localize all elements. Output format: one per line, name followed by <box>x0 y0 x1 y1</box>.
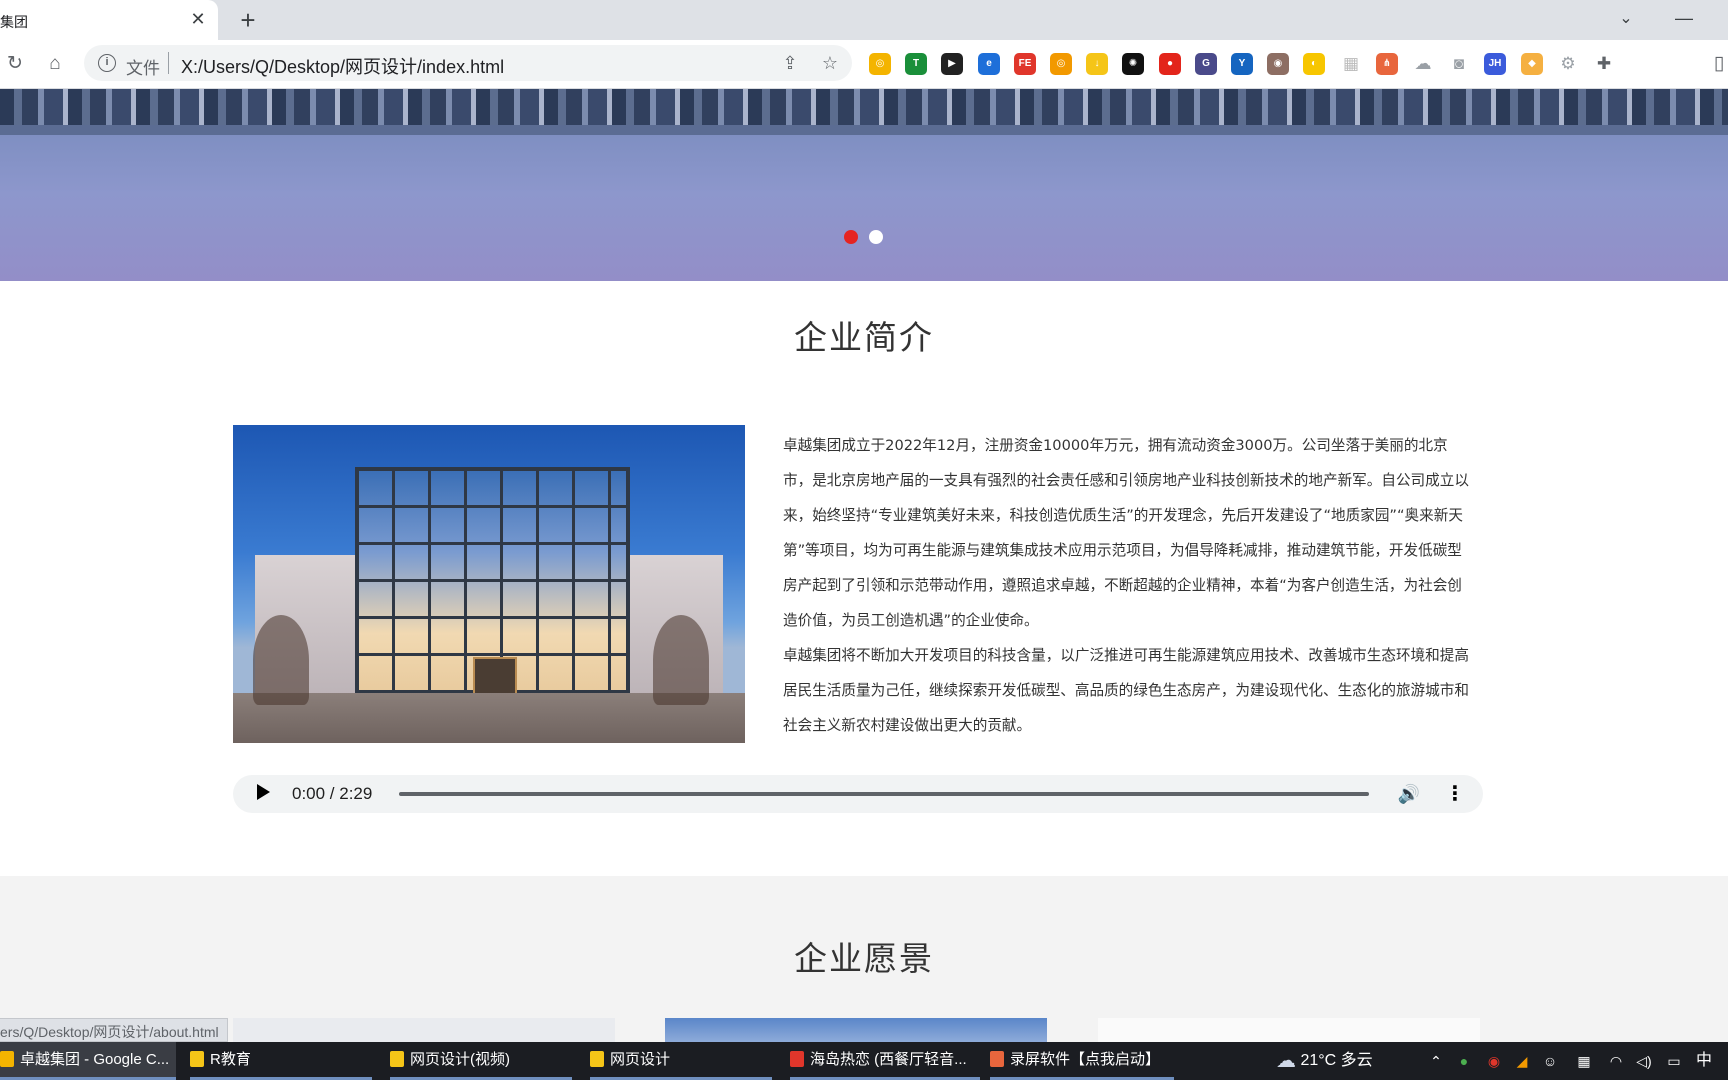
chevron-down-icon[interactable]: ⌄ <box>1614 8 1638 32</box>
windows-taskbar: 卓越集团 - Google C... R教育 网页设计(视频) 网页设计 海岛热恋 (西… <box>0 1042 1728 1080</box>
app-icon <box>390 1051 404 1067</box>
taskbar-item[interactable]: 卓越集团 - Google C... <box>0 1042 176 1080</box>
intro-paragraph-2: 卓越集团将不断加大开发项目的科技含量，以广泛推进可再生能源建筑应用技术、改善城市… <box>783 647 1469 734</box>
company-intro-text: 卓越集团成立于2022年12月，注册资金10000年万元，拥有流动资金3000万… <box>783 428 1473 743</box>
tree-left <box>253 615 309 705</box>
taskbar-item-label: 录屏软件【点我启动】 <box>1010 1051 1161 1068</box>
tab-strip: 卓越集团 ✕ + ⌄ — <box>0 0 1728 40</box>
taskbar-item[interactable]: 网页设计 <box>590 1042 772 1080</box>
vision-image-3 <box>1098 1018 1480 1042</box>
ime-indicator[interactable]: 中 <box>1696 1042 1712 1080</box>
taskbar-item[interactable]: 录屏软件【点我启动】 <box>990 1042 1174 1080</box>
app-icon <box>590 1051 604 1067</box>
camera-ext-icon[interactable]: ◙ <box>1448 53 1470 75</box>
vision-image-2 <box>665 1018 1047 1042</box>
record-icon[interactable]: ◉ <box>1484 1051 1504 1071</box>
carousel-dot-1[interactable] <box>844 230 858 244</box>
taskbar-item[interactable]: 海岛热恋 (西餐厅轻音... <box>790 1042 980 1080</box>
taskbar-item[interactable]: 网页设计(视频) <box>390 1042 572 1080</box>
company-building-image <box>233 425 745 743</box>
carousel-dot-2[interactable] <box>869 230 883 244</box>
taskbar-item-label: 网页设计 <box>610 1051 671 1068</box>
omnibox-scheme-label: 文件 <box>126 59 160 78</box>
hero-carousel <box>0 89 1728 281</box>
chrome-ext-icon[interactable]: ◎ <box>869 53 891 75</box>
link-status-bubble: ers/Q/Desktop/网页设计/about.html <box>0 1018 228 1042</box>
app-icon <box>990 1051 1004 1067</box>
reload-icon[interactable]: ↻ <box>2 51 28 77</box>
audio-time: 0:00 / 2:29 <box>292 784 373 803</box>
speaker-app-icon[interactable]: ◢ <box>1512 1051 1532 1071</box>
fe-ext-icon[interactable]: FE <box>1014 53 1036 75</box>
audio-player[interactable]: 0:00 / 2:29 🔊 ⋮ <box>233 775 1483 813</box>
browser-toolbar: ↻ ⌂ i 文件 X:/Users/Q/Desktop/网页设计/index.h… <box>0 40 1728 89</box>
app-icon <box>0 1051 14 1067</box>
tab-title: 卓越集团 <box>0 14 28 30</box>
app-icon <box>790 1051 804 1067</box>
audio-progress-track[interactable] <box>399 792 1369 796</box>
minimize-button[interactable]: — <box>1672 8 1696 32</box>
tree-right <box>653 615 709 705</box>
grid-icon[interactable]: ▦ <box>1574 1051 1594 1071</box>
cloud-ext-icon[interactable]: ☁ <box>1412 53 1434 75</box>
about-section: 企业简介 卓越集团成立于2022年12月，注册资金10000年万元，拥有流动资金… <box>0 281 1728 876</box>
side-panel-icon[interactable]: ▯ <box>1706 51 1728 77</box>
play-icon[interactable] <box>257 784 270 800</box>
volume-icon[interactable]: 🔊 <box>1397 782 1421 806</box>
bookmark-ext-icon[interactable]: ▶ <box>941 53 963 75</box>
info-icon[interactable]: i <box>98 54 116 72</box>
intro-paragraph-1: 卓越集团成立于2022年12月，注册资金10000年万元，拥有流动资金3000万… <box>783 437 1469 629</box>
search-ext-icon[interactable]: e <box>978 53 1000 75</box>
lake-image <box>0 135 1728 281</box>
owl-ext-icon[interactable]: ◉ <box>1267 53 1289 75</box>
network-ext-icon[interactable]: ⋔ <box>1376 53 1398 75</box>
home-icon[interactable]: ⌂ <box>42 51 68 77</box>
download-ext-icon[interactable]: ↓ <box>1086 53 1108 75</box>
color-ext-icon[interactable]: ◎ <box>1050 53 1072 75</box>
adblock-ext-icon[interactable]: ● <box>1159 53 1181 75</box>
taskbar-item-label: 卓越集团 - Google C... <box>20 1051 170 1068</box>
wechat-icon[interactable]: ● <box>1454 1051 1474 1071</box>
tray-chevron-icon[interactable]: ⌃ <box>1426 1051 1446 1071</box>
taskbar-item-label: 网页设计(视频) <box>410 1051 510 1068</box>
jh-ext-icon[interactable]: JH <box>1484 53 1506 75</box>
chatgpt-ext-icon[interactable]: ✺ <box>1122 53 1144 75</box>
share-icon[interactable]: ⇪ <box>778 51 802 75</box>
puzzle-ext-icon[interactable]: ✚ <box>1593 53 1615 75</box>
url-text[interactable]: X:/Users/Q/Desktop/网页设计/index.html <box>181 53 504 79</box>
vision-section: 企业愿景 <box>0 876 1728 1042</box>
omnibox-divider <box>168 52 169 74</box>
taskbar-item-label: R教育 <box>210 1051 251 1068</box>
g-ext-icon[interactable]: G <box>1195 53 1217 75</box>
yellow-ext-icon[interactable]: ◐ <box>1303 53 1325 75</box>
weather-widget[interactable]: ☁ 21°C 多云 <box>1276 1042 1373 1080</box>
about-title: 企业简介 <box>794 318 934 357</box>
vision-title: 企业愿景 <box>794 939 934 978</box>
cloud-icon: ☁ <box>1276 1050 1296 1072</box>
settings-ext-icon[interactable]: ⚙ <box>1557 53 1579 75</box>
more-options-icon[interactable]: ⋮ <box>1445 782 1465 806</box>
app-icon <box>190 1051 204 1067</box>
taskbar-item-label: 海岛热恋 (西餐厅轻音... <box>810 1051 967 1068</box>
y-ext-icon[interactable]: Y <box>1231 53 1253 75</box>
volume-tray-icon[interactable]: ◁) <box>1634 1051 1654 1071</box>
address-bar[interactable]: i 文件 X:/Users/Q/Desktop/网页设计/index.html … <box>84 45 852 81</box>
new-tab-button[interactable]: + <box>234 6 262 34</box>
weather-text: 21°C 多云 <box>1300 1052 1373 1069</box>
vision-image-1 <box>233 1018 615 1042</box>
taskbar-item[interactable]: R教育 <box>190 1042 372 1080</box>
browser-tab[interactable]: 卓越集团 ✕ <box>0 0 218 40</box>
grid-ext-icon[interactable]: ▦ <box>1340 53 1362 75</box>
orange-ext-icon[interactable]: ◆ <box>1521 53 1543 75</box>
skyline-shore <box>0 125 1728 135</box>
battery-icon[interactable]: ▭ <box>1664 1051 1684 1071</box>
wifi-icon[interactable]: ◠ <box>1606 1051 1626 1071</box>
shield-ext-icon[interactable]: T <box>905 53 927 75</box>
qq-icon[interactable]: ☺ <box>1540 1051 1560 1071</box>
star-icon[interactable]: ☆ <box>818 51 842 75</box>
close-tab-icon[interactable]: ✕ <box>188 9 208 29</box>
